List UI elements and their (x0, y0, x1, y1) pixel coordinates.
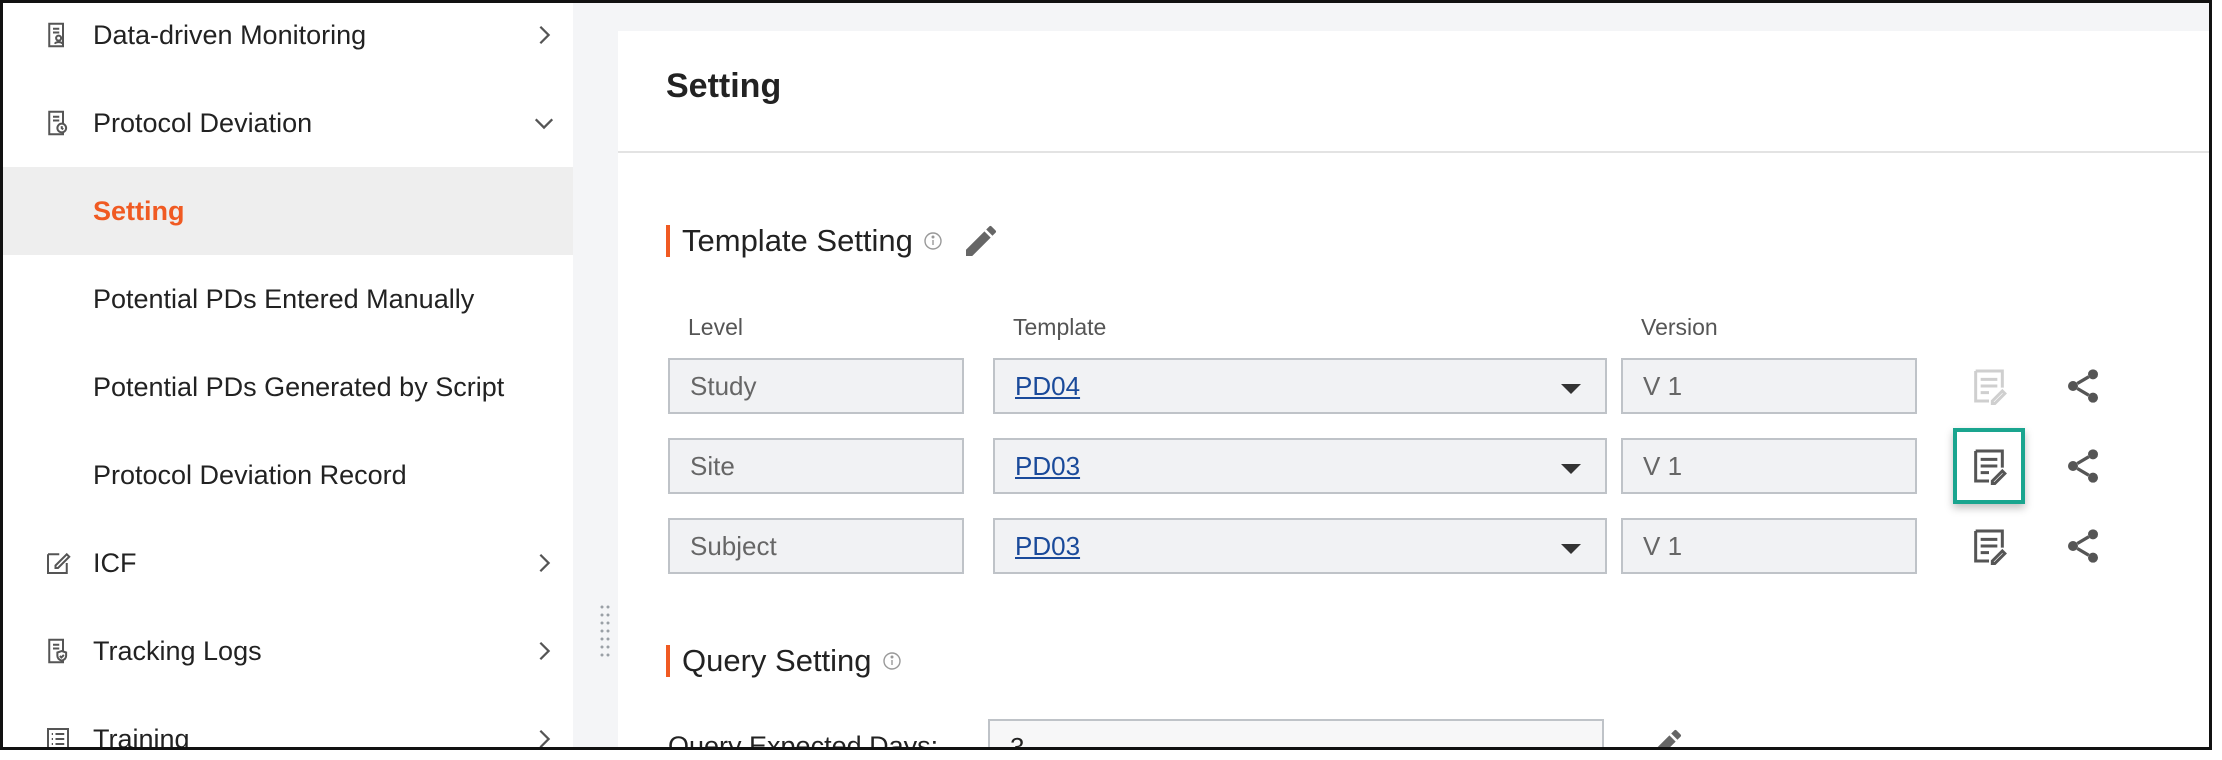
section-accent-bar (666, 225, 670, 257)
doc-clock-icon (48, 110, 68, 136)
resize-handle[interactable] (599, 603, 611, 663)
caret-down-icon (1561, 464, 1581, 474)
edit-pencil-icon[interactable] (961, 221, 1001, 261)
level-value: Site (690, 450, 735, 481)
caret-down-icon (1561, 384, 1581, 394)
sidebar-subitem-label: Potential PDs Generated by Script (93, 371, 505, 402)
query-setting-header: Query Setting (666, 643, 902, 679)
divider (618, 151, 2209, 153)
sidebar-item-training[interactable]: Training (3, 695, 573, 750)
template-setting-header: Template Setting (666, 221, 1001, 261)
version-field: V 1 (1621, 518, 1917, 574)
info-icon[interactable] (923, 231, 943, 251)
query-expected-days-value: 3 (1010, 731, 1025, 750)
sidebar-item-protocol-deviation[interactable]: Protocol Deviation (3, 79, 573, 167)
level-value: Study (690, 370, 757, 401)
edit-template-button[interactable] (1967, 524, 2011, 568)
column-header-template: Template (1013, 314, 1107, 340)
template-link[interactable]: PD04 (1015, 371, 1080, 402)
share-icon (2068, 369, 2098, 403)
edit-document-icon (1974, 449, 2007, 485)
level-field: Subject (668, 518, 964, 574)
template-link[interactable]: PD03 (1015, 531, 1080, 562)
edit-template-button[interactable] (1967, 444, 2011, 488)
section-accent-bar (666, 645, 670, 677)
template-select[interactable]: PD03 (993, 518, 1607, 574)
edit-pencil-icon[interactable] (1646, 725, 1686, 750)
template-select[interactable]: PD04 (993, 358, 1607, 414)
sidebar-item-label: Protocol Deviation (93, 107, 313, 138)
query-expected-days-label: Query Expected Days: (668, 731, 939, 750)
share-button[interactable] (2061, 444, 2105, 488)
version-field: V 1 (1621, 358, 1917, 414)
share-button[interactable] (2061, 524, 2105, 568)
list-icon (47, 728, 69, 747)
app-frame: Data-driven Monitoring Protocol Deviatio… (0, 0, 2212, 750)
info-icon[interactable] (882, 651, 902, 671)
sidebar-subitem-setting[interactable]: Setting (3, 167, 573, 255)
level-field: Site (668, 438, 964, 494)
caret-down-icon (1561, 544, 1581, 554)
sidebar-item-label: Tracking Logs (93, 635, 262, 666)
edit-square-icon (47, 552, 71, 574)
sidebar-subitem-label: Potential PDs Entered Manually (93, 283, 475, 314)
sidebar-subitem-potential-pds-generated-by-script[interactable]: Potential PDs Generated by Script (3, 343, 573, 431)
version-value: V 1 (1643, 530, 1683, 561)
column-header-level: Level (688, 314, 743, 340)
sidebar-item-label: Data-driven Monitoring (93, 19, 367, 50)
sidebar-subitem-potential-pds-entered-manually[interactable]: Potential PDs Entered Manually (3, 255, 573, 343)
level-field: Study (668, 358, 964, 414)
sidebar-item-label: Training (93, 723, 190, 750)
chevron-right-icon (539, 553, 551, 573)
doc-user-icon (48, 22, 64, 48)
section-title: Template Setting (682, 223, 913, 258)
column-header-version: Version (1641, 314, 1718, 340)
sidebar-item-label: ICF (93, 547, 137, 578)
chevron-right-icon (539, 25, 551, 45)
query-expected-days-input[interactable]: 3 (988, 719, 1604, 750)
sidebar-subitem-label: Setting (93, 195, 185, 226)
share-button[interactable] (2061, 364, 2105, 408)
template-link[interactable]: PD03 (1015, 451, 1080, 482)
version-value: V 1 (1643, 370, 1683, 401)
edit-document-icon (1974, 529, 2007, 565)
sidebar-subitem-protocol-deviation-record[interactable]: Protocol Deviation Record (3, 431, 573, 519)
sidebar-item-icf[interactable]: ICF (3, 519, 573, 607)
sidebar-item-tracking-logs[interactable]: Tracking Logs (3, 607, 573, 695)
sidebar: Data-driven Monitoring Protocol Deviatio… (3, 3, 573, 747)
template-select[interactable]: PD03 (993, 438, 1607, 494)
page-title: Setting (666, 67, 782, 105)
share-icon (2068, 529, 2098, 563)
share-icon (2068, 449, 2098, 483)
edit-document-icon (1974, 369, 2007, 405)
chevron-right-icon (539, 729, 551, 747)
chevron-down-icon (534, 118, 554, 130)
sidebar-item-data-driven-monitoring[interactable]: Data-driven Monitoring (3, 3, 573, 79)
sidebar-subitem-label: Protocol Deviation Record (93, 459, 407, 490)
level-value: Subject (690, 530, 777, 561)
chevron-right-icon (539, 641, 551, 661)
version-value: V 1 (1643, 450, 1683, 481)
main-panel: Setting Template Setting Level Template … (618, 31, 2209, 747)
version-field: V 1 (1621, 438, 1917, 494)
doc-shield-icon (48, 638, 68, 664)
edit-template-button-disabled[interactable] (1967, 364, 2011, 408)
section-title: Query Setting (682, 643, 872, 678)
